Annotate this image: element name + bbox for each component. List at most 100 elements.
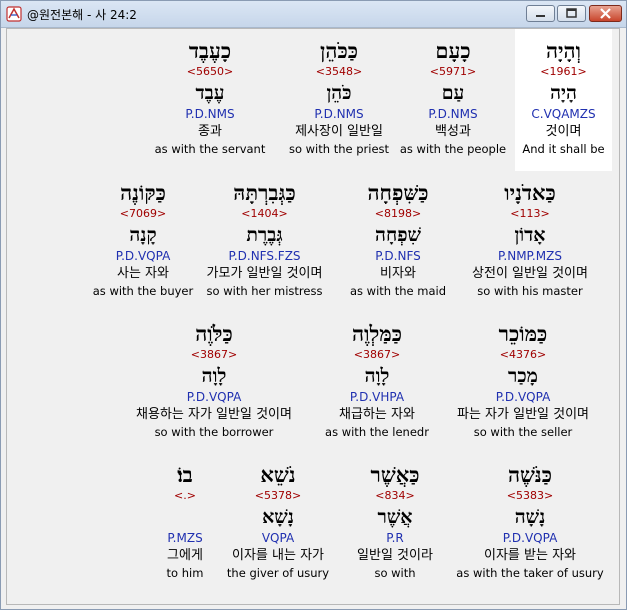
- minimize-icon: [536, 15, 545, 17]
- maximize-icon: [566, 8, 577, 18]
- hebrew-root: הָיָה: [550, 82, 577, 104]
- parse-code: P.D.NFS: [375, 249, 421, 263]
- hebrew-word: וְהָיָה: [545, 38, 582, 63]
- word-cell[interactable]: כַּנֹּשֶׁה <5383> נָשָׁה P.D.VQPA 이자를 받는…: [453, 461, 607, 581]
- word-cell[interactable]: כַּשִּׁפְחָה <8198> שִׁפְחָה P.D.NFS 비자와…: [333, 179, 463, 299]
- hebrew-word: נֹשֵׁא: [260, 462, 296, 487]
- hebrew-root: גְּבֶרֶת: [246, 224, 283, 246]
- strong-number[interactable]: <834>: [337, 488, 453, 504]
- parse-code: P.R: [386, 531, 404, 545]
- korean-gloss: 백성과: [435, 124, 471, 139]
- word-cell[interactable]: בוֹ׃ <.> P.MZS 그에게 to him: [157, 461, 213, 581]
- hebrew-root: אָדוֹן: [514, 224, 546, 246]
- korean-gloss: 가모가 일반일 것이며: [206, 266, 323, 281]
- hebrew-word: כָעָם: [435, 38, 471, 63]
- word-cell[interactable]: כַּגְּבִרְתָּהּ <1404> גְּבֶרֶת P.D.NFS.…: [182, 179, 347, 299]
- strong-number[interactable]: <5971>: [387, 64, 519, 80]
- english-gloss: so with his master: [477, 284, 583, 298]
- word-cell[interactable]: נֹשֵׁא <5378> נָשָׁא VQPA 이자를 내는 자가 the …: [217, 461, 339, 581]
- word-cell-selected[interactable]: וְהָיָה <1961> הָיָה C.VQAMZS 것이며 And it…: [515, 29, 612, 171]
- strong-number[interactable]: <.>: [157, 488, 213, 504]
- english-gloss: the giver of usury: [226, 566, 330, 580]
- hebrew-word: כַּאֲשֶׁר: [370, 462, 420, 487]
- strong-number[interactable]: <3867>: [115, 347, 313, 363]
- word-cell[interactable]: כָעָם <5971> עַם P.D.NMS 백성과 as with the…: [387, 37, 519, 157]
- hebrew-root: לָוָה: [364, 365, 390, 387]
- english-gloss: so with: [374, 566, 416, 580]
- parse-code: P.D.NMS: [428, 107, 478, 121]
- hebrew-root: אֲשֶׁר: [377, 506, 413, 528]
- korean-gloss: 그에게: [167, 548, 203, 563]
- parse-code: P.D.VQPA: [495, 390, 551, 404]
- korean-gloss: 비자와: [380, 266, 416, 281]
- strong-number[interactable]: <1961>: [515, 64, 612, 80]
- window-title: @원전본해 - 사 24:2: [27, 8, 137, 22]
- maximize-button[interactable]: [557, 5, 586, 22]
- word-cell[interactable]: כַּאֲשֶׁר <834> אֲשֶׁר P.R 일반일 것이라 so wi…: [337, 461, 453, 581]
- english-gloss: so with the seller: [473, 425, 573, 439]
- strong-number[interactable]: <113>: [454, 206, 606, 222]
- korean-gloss: 파는 자가 일반일 것이며: [457, 407, 589, 422]
- hebrew-word: כַּאדֹנָיו: [504, 180, 556, 205]
- korean-gloss: 채급하는 자와: [339, 407, 415, 422]
- english-gloss: to him: [166, 566, 204, 580]
- parse-code: P.D.VHPA: [349, 390, 405, 404]
- parse-code: P.D.NMS: [185, 107, 235, 121]
- hebrew-root: מָכַר: [508, 365, 538, 387]
- english-gloss: as with the people: [399, 142, 507, 156]
- strong-number[interactable]: <4376>: [439, 347, 607, 363]
- app-icon: [6, 6, 22, 22]
- title-bar[interactable]: @원전본해 - 사 24:2: [1, 1, 626, 28]
- hebrew-word: בוֹ׃: [177, 462, 193, 487]
- english-gloss: And it shall be: [522, 142, 605, 156]
- strong-number[interactable]: <1404>: [182, 206, 347, 222]
- hebrew-root: נָשָׁא: [262, 506, 294, 528]
- verse-panel: כָעֶבֶד <5650> עֶבֶד P.D.NMS 종과 as with …: [6, 28, 620, 605]
- korean-gloss: 것이며: [545, 124, 582, 139]
- strong-number[interactable]: <5650>: [140, 64, 280, 80]
- word-cell[interactable]: כַּאדֹנָיו <113> אָדוֹן P.NMP.MZS 상전이 일반…: [454, 179, 606, 299]
- parse-code: P.MZS: [167, 531, 203, 545]
- hebrew-word: כַּנֹּשֶׁה: [507, 462, 553, 487]
- parse-code: P.D.VQPA: [186, 390, 242, 404]
- hebrew-word: כַּמַּלְוֶה: [352, 321, 402, 346]
- hebrew-word: כַּשִּׁפְחָה: [367, 180, 429, 205]
- hebrew-word: כַּמּוֹכֵר: [498, 321, 548, 346]
- strong-number[interactable]: <5378>: [217, 488, 339, 504]
- english-gloss: as with the servant: [154, 142, 266, 156]
- hebrew-word: כַּלֹּוֶה: [195, 321, 233, 346]
- korean-gloss: 이자를 받는 자와: [484, 548, 576, 563]
- english-gloss: so with her mistress: [206, 284, 323, 298]
- hebrew-root: עֶבֶד: [195, 82, 225, 104]
- parse-code: C.VQAMZS: [531, 107, 596, 121]
- word-cell[interactable]: כָעֶבֶד <5650> עֶבֶד P.D.NMS 종과 as with …: [140, 37, 280, 157]
- hebrew-root: נָשָׁה: [514, 506, 546, 528]
- hebrew-root: [157, 504, 213, 530]
- app-window: @원전본해 - 사 24:2 כָעֶבֶד <5650> עֶבֶד P.D.…: [0, 0, 627, 610]
- parse-code: P.D.NFS.FZS: [228, 249, 301, 263]
- korean-gloss: 이자를 내는 자가: [232, 548, 324, 563]
- hebrew-root: לָוָה: [201, 365, 227, 387]
- korean-gloss: 채용하는 자가 일반일 것이며: [136, 407, 292, 422]
- english-gloss: as with the lenedr: [325, 425, 429, 439]
- english-gloss: so with the borrower: [154, 425, 274, 439]
- word-cell[interactable]: כַּמּוֹכֵר <4376> מָכַר P.D.VQPA 파는 자가 일…: [439, 320, 607, 440]
- hebrew-root: עַם: [441, 82, 465, 104]
- strong-number[interactable]: <3867>: [312, 347, 442, 363]
- korean-gloss: 상전이 일반일 것이며: [472, 266, 588, 281]
- word-cell[interactable]: כַּמַּלְוֶה <3867> לָוָה P.D.VHPA 채급하는 자…: [312, 320, 442, 440]
- korean-gloss: 일반일 것이라: [357, 548, 433, 563]
- strong-number[interactable]: <5383>: [453, 488, 607, 504]
- hebrew-word: כָעֶבֶד: [188, 38, 232, 63]
- hebrew-word: כַּגְּבִרְתָּהּ: [233, 180, 296, 205]
- strong-number[interactable]: <8198>: [333, 206, 463, 222]
- word-cell[interactable]: כַּלֹּוֶה <3867> לָוָה P.D.VQPA 채용하는 자가 …: [115, 320, 313, 440]
- hebrew-root: שִׁפְחָה: [375, 224, 421, 246]
- close-button[interactable]: [589, 5, 622, 22]
- korean-gloss: 종과: [198, 124, 222, 139]
- english-gloss: as with the maid: [349, 284, 447, 298]
- minimize-button[interactable]: [526, 5, 555, 22]
- parse-code: VQPA: [261, 531, 295, 545]
- parse-code: P.D.VQPA: [502, 531, 558, 545]
- close-icon: [600, 8, 611, 19]
